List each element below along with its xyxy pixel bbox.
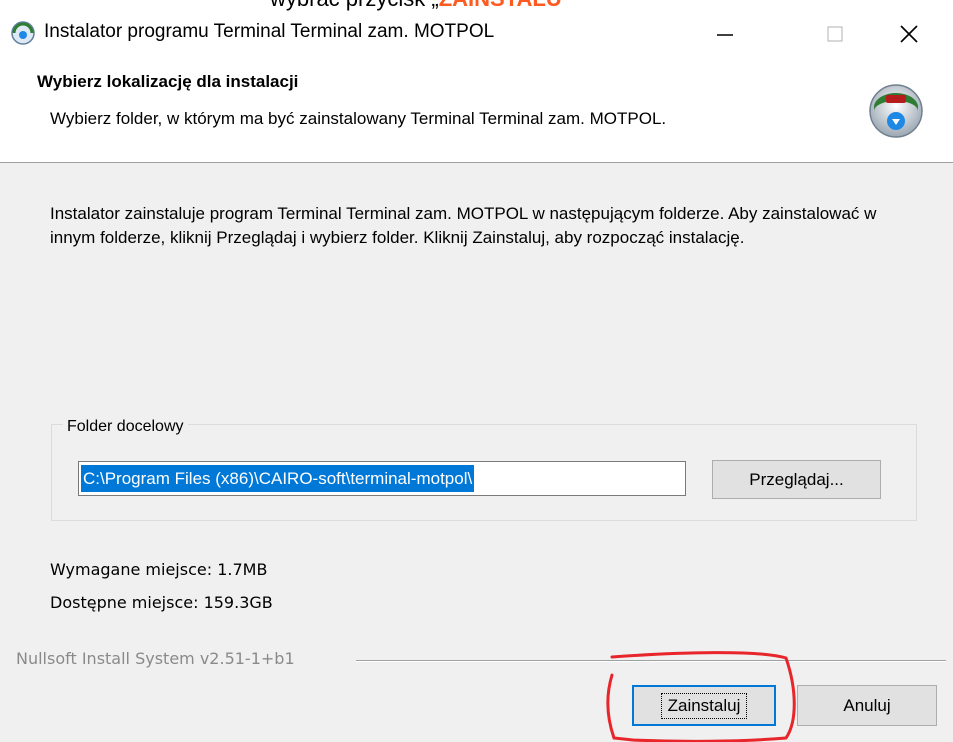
page-subtitle: Wybierz folder, w którym ma być zainstal… [50, 109, 667, 128]
title-bar[interactable]: Instalator programu Terminal Terminal za… [0, 0, 953, 64]
install-button-label: Zainstaluj [660, 692, 748, 719]
maximize-button[interactable] [812, 14, 858, 54]
footer-divider [356, 660, 946, 662]
close-icon [900, 25, 918, 43]
destination-folder-label: Folder docelowy [63, 418, 188, 436]
maximize-icon [827, 26, 843, 42]
nsis-branding: Nullsoft Install System v2.51-1+b1 [16, 649, 295, 668]
installer-icon [11, 21, 35, 45]
install-description: Instalator zainstaluje program Terminal … [50, 204, 877, 247]
destination-path-input[interactable]: C:\Program Files (x86)\CAIRO-soft\termin… [78, 461, 686, 496]
required-space: Wymagane miejsce: 1.7MB [50, 560, 268, 579]
minimize-icon [717, 34, 733, 36]
nsis-installer-icon [869, 84, 923, 138]
available-space: Dostępne miejsce: 159.3GB [50, 593, 273, 612]
minimize-button[interactable] [702, 14, 748, 54]
cancel-button[interactable]: Anuluj [797, 685, 937, 726]
window-title: Instalator programu Terminal Terminal za… [44, 21, 495, 42]
close-button[interactable] [886, 14, 932, 54]
destination-path-value: C:\Program Files (x86)\CAIRO-soft\termin… [81, 465, 475, 492]
page-title: Wybierz lokalizację dla instalacji [37, 72, 299, 91]
install-button[interactable]: Zainstaluj [632, 685, 776, 726]
browse-button[interactable]: Przeglądaj... [712, 460, 881, 499]
